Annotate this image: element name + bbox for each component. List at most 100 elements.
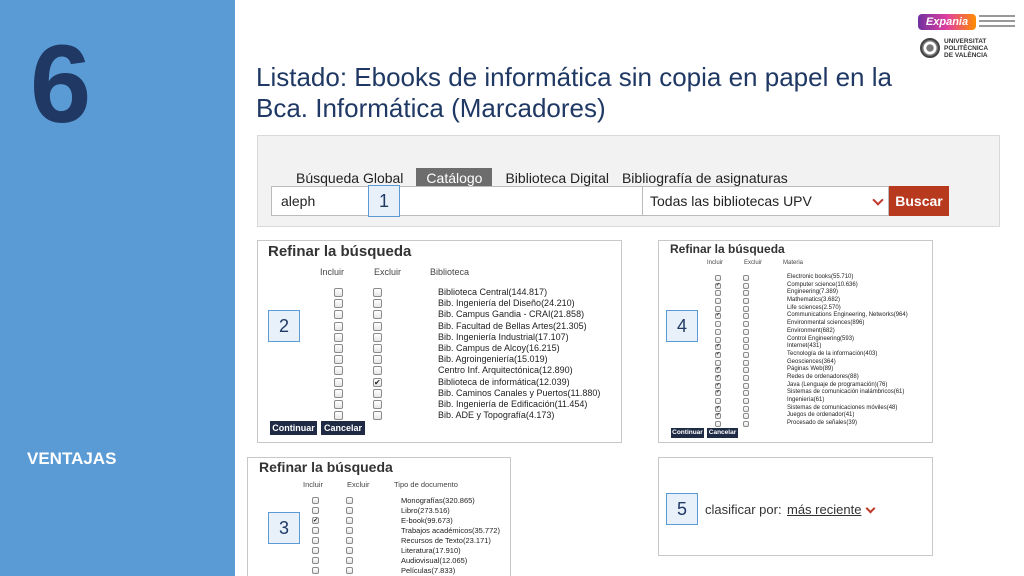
exclude-checkbox[interactable] (743, 305, 749, 312)
include-checkbox[interactable] (715, 282, 721, 289)
tab-catalogo[interactable]: Catálogo (416, 168, 493, 188)
exclude-checkbox[interactable] (373, 388, 382, 398)
include-checkbox[interactable] (334, 332, 343, 342)
include-checkbox[interactable] (715, 389, 721, 397)
exclude-checkbox[interactable] (373, 399, 382, 409)
exclude-checkbox[interactable] (743, 336, 749, 343)
include-checkbox[interactable] (312, 516, 319, 526)
exclude-checkbox[interactable] (743, 421, 749, 428)
include-checkbox[interactable] (715, 421, 721, 428)
exclude-checkbox[interactable] (743, 275, 749, 281)
include-checkbox[interactable] (334, 366, 343, 376)
library-select[interactable]: Todas las bibliotecas UPV (642, 186, 889, 216)
exclude-checkbox[interactable] (373, 288, 382, 297)
include-checkbox[interactable] (334, 377, 343, 387)
exclude-checkbox[interactable] (743, 351, 749, 358)
exclude-checkbox[interactable] (346, 507, 353, 514)
continue-button[interactable]: Continuar (270, 421, 317, 435)
include-checkbox[interactable] (715, 312, 721, 320)
exclude-checkbox[interactable] (346, 567, 353, 574)
exclude-checkbox[interactable] (346, 547, 353, 554)
exclude-checkbox[interactable] (743, 298, 749, 305)
exclude-checkbox[interactable] (346, 497, 353, 504)
exclude-checkbox[interactable] (743, 374, 749, 381)
search-input[interactable]: aleph (271, 186, 643, 216)
include-checkbox[interactable] (312, 537, 319, 544)
include-checkbox[interactable] (312, 567, 319, 574)
list-item: Bib. Facultad de Bellas Artes(21.305) (258, 321, 621, 332)
sort-select[interactable]: más reciente (787, 502, 861, 517)
list-item: Mathematics(3.682) (659, 297, 932, 305)
include-checkbox[interactable] (312, 507, 319, 514)
cancel-button[interactable]: Cancelar (707, 428, 738, 438)
include-checkbox[interactable] (334, 310, 343, 320)
exclude-checkbox[interactable] (346, 537, 353, 544)
exclude-checkbox[interactable] (373, 299, 382, 309)
list-item: Environmental sciences(896) (659, 320, 932, 328)
exclude-checkbox[interactable] (743, 390, 749, 397)
exclude-checkbox[interactable] (373, 366, 382, 376)
list-item-label: Bib. Campus de Alcoy(16.215) (438, 342, 560, 353)
exclude-checkbox[interactable] (743, 413, 749, 420)
include-checkbox[interactable] (715, 298, 721, 305)
exclude-checkbox[interactable] (346, 517, 353, 524)
exclude-checkbox[interactable] (743, 382, 749, 389)
include-checkbox[interactable] (715, 366, 721, 374)
exclude-checkbox[interactable] (346, 527, 353, 534)
list-item: Redes de ordenadores(88) (659, 374, 932, 382)
exclude-checkbox[interactable] (373, 377, 382, 388)
include-checkbox[interactable] (715, 321, 721, 328)
exclude-checkbox[interactable] (743, 313, 749, 320)
include-checkbox[interactable] (334, 411, 343, 421)
include-checkbox[interactable] (334, 399, 343, 409)
subject-list: Electronic books(55.710)Computer science… (659, 274, 932, 428)
include-checkbox[interactable] (334, 321, 343, 331)
include-checkbox[interactable] (715, 351, 721, 359)
exclude-checkbox[interactable] (373, 310, 382, 320)
include-checkbox[interactable] (715, 275, 721, 281)
include-checkbox[interactable] (715, 343, 721, 351)
include-checkbox[interactable] (715, 382, 721, 389)
exclude-checkbox[interactable] (743, 321, 749, 328)
include-checkbox[interactable] (334, 355, 343, 365)
include-checkbox[interactable] (334, 388, 343, 398)
exclude-checkbox[interactable] (373, 332, 382, 342)
include-checkbox[interactable] (715, 328, 721, 335)
search-button[interactable]: Buscar (889, 186, 949, 216)
exclude-checkbox[interactable] (373, 321, 382, 331)
exclude-checkbox[interactable] (346, 557, 353, 564)
exclude-checkbox[interactable] (373, 355, 382, 365)
include-checkbox[interactable] (334, 288, 343, 297)
include-checkbox[interactable] (312, 547, 319, 554)
tab-biblioteca-digital[interactable]: Biblioteca Digital (505, 168, 609, 188)
exclude-checkbox[interactable] (743, 282, 749, 289)
exclude-checkbox[interactable] (743, 367, 749, 374)
include-checkbox[interactable] (715, 305, 721, 312)
exclude-checkbox[interactable] (373, 411, 382, 421)
exclude-checkbox[interactable] (743, 359, 749, 366)
exclude-checkbox[interactable] (373, 343, 382, 353)
cancel-button[interactable]: Cancelar (321, 421, 365, 435)
include-checkbox[interactable] (334, 343, 343, 353)
include-checkbox[interactable] (715, 336, 721, 343)
include-checkbox[interactable] (312, 557, 319, 564)
tab-bibliografia-asignaturas[interactable]: Bibliografía de asignaturas (622, 168, 788, 188)
exclude-checkbox[interactable] (743, 328, 749, 335)
include-checkbox[interactable] (715, 359, 721, 366)
include-checkbox[interactable] (715, 405, 721, 412)
chevron-down-icon[interactable] (865, 503, 876, 514)
exclude-checkbox[interactable] (743, 344, 749, 351)
exclude-checkbox[interactable] (743, 398, 749, 404)
list-item-label: E-book(99.673) (401, 516, 453, 525)
include-checkbox[interactable] (715, 290, 721, 297)
exclude-checkbox[interactable] (743, 405, 749, 412)
exclude-checkbox[interactable] (743, 290, 749, 297)
include-checkbox[interactable] (715, 412, 721, 420)
continue-button[interactable]: Continuar (671, 428, 704, 438)
include-checkbox[interactable] (334, 299, 343, 309)
include-checkbox[interactable] (715, 398, 721, 404)
list-item-label: Monografías(320.865) (401, 496, 475, 505)
include-checkbox[interactable] (312, 527, 319, 534)
include-checkbox[interactable] (312, 497, 319, 504)
include-checkbox[interactable] (715, 374, 721, 382)
